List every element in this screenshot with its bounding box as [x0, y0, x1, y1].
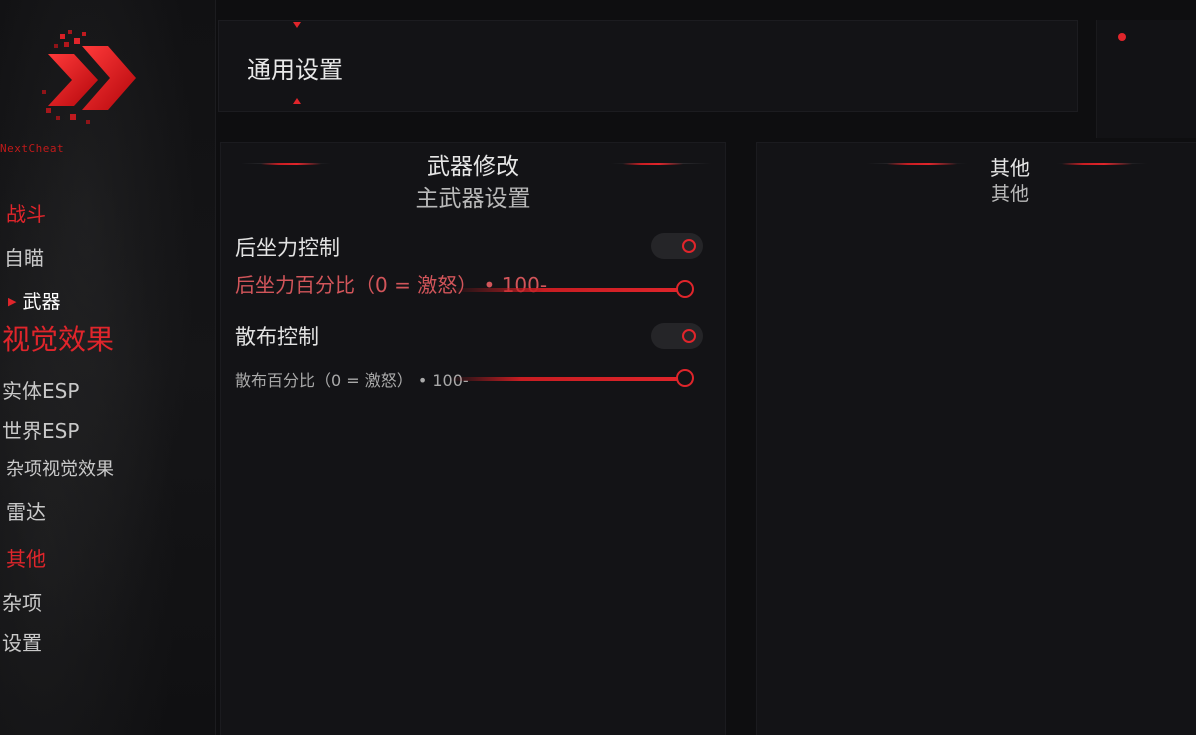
toggle-knob: [682, 329, 696, 343]
header-side-panel: [1096, 20, 1196, 138]
page-title: 通用设置: [247, 56, 343, 84]
logo-icon: [42, 30, 136, 124]
brand-name: NextCheat: [0, 142, 65, 155]
recoil-slider-track[interactable]: [451, 288, 685, 292]
toggle-knob: [682, 239, 696, 253]
panel-subtitle: 主武器设置: [415, 186, 531, 212]
header-panel: 通用设置: [218, 20, 1078, 112]
nav-item-misc-visuals[interactable]: 杂项视觉效果: [6, 455, 114, 481]
nav-item-entity-esp[interactable]: 实体ESP: [2, 375, 79, 404]
weapon-mods-panel: 武器修改 主武器设置 后坐力控制 后坐力百分比（0 = 激怒） • 100- 散…: [220, 142, 726, 735]
marker-down-icon: [293, 22, 301, 28]
spread-percent-label: 散布百分比（0 = 激怒） • 100-: [235, 371, 469, 390]
recoil-percent-label: 后坐力百分比（0 = 激怒） • 100-: [235, 273, 548, 297]
nav-section-other[interactable]: 其他: [6, 543, 46, 572]
panel-title: 武器修改: [427, 154, 519, 180]
nav-item-weapon[interactable]: ▶ 武器: [8, 287, 60, 314]
recoil-control-toggle[interactable]: [651, 233, 703, 259]
spread-slider-track[interactable]: [451, 377, 685, 381]
status-dot-icon: [1118, 33, 1126, 41]
marker-up-icon: [293, 98, 301, 104]
recoil-slider-handle[interactable]: [676, 280, 694, 298]
app-window: NextCheat 战斗 自瞄 ▶ 武器 视觉效果 实体ESP 世界ESP 杂项视…: [0, 0, 1196, 735]
nav-item-world-esp[interactable]: 世界ESP: [2, 415, 79, 444]
panel-subtitle: 其他: [990, 183, 1029, 205]
nav-section-visuals[interactable]: 视觉效果: [2, 318, 114, 358]
caret-right-icon: ▶: [8, 295, 17, 308]
nav-item-radar[interactable]: 雷达: [6, 496, 46, 525]
nav-item-misc[interactable]: 杂项: [2, 587, 42, 616]
panel-title: 其他: [990, 156, 1030, 180]
recoil-control-label: 后坐力控制: [235, 236, 340, 260]
spread-slider-handle[interactable]: [676, 369, 694, 387]
nav-item-aimbot[interactable]: 自瞄: [4, 242, 44, 271]
other-panel: 其他 其他: [756, 142, 1196, 735]
spread-control-toggle[interactable]: [651, 323, 703, 349]
nav-section-combat[interactable]: 战斗: [6, 198, 46, 227]
nav-item-settings[interactable]: 设置: [2, 627, 42, 656]
nav-item-weapon-label: 武器: [22, 291, 61, 313]
sidebar: NextCheat 战斗 自瞄 ▶ 武器 视觉效果 实体ESP 世界ESP 杂项视…: [0, 0, 216, 735]
spread-control-label: 散布控制: [235, 325, 319, 349]
